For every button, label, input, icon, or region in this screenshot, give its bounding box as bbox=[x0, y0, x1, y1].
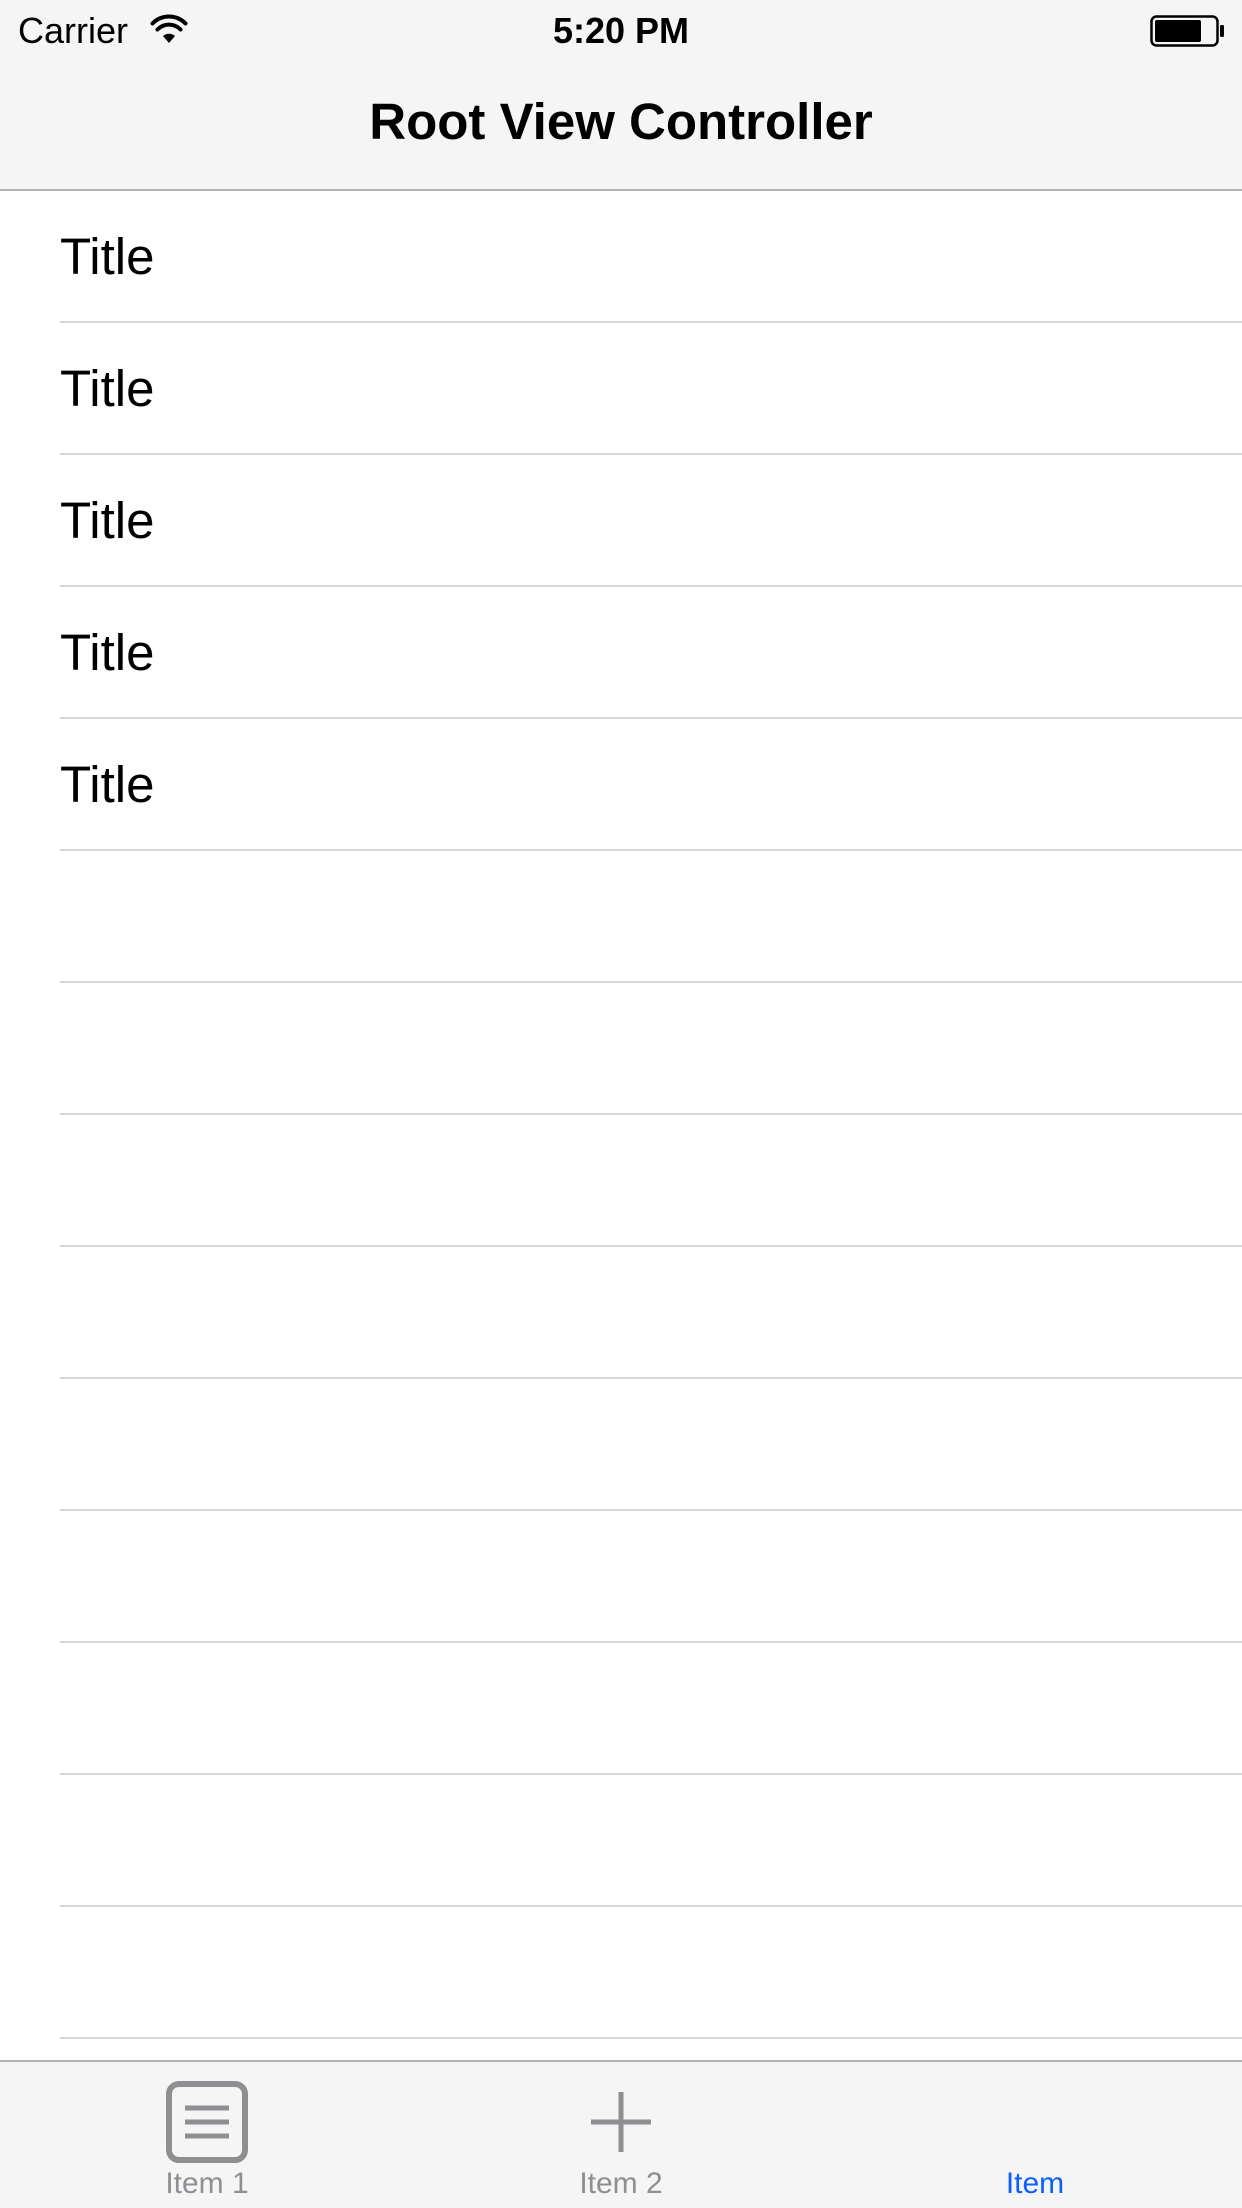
table-row[interactable]: Title bbox=[0, 455, 1242, 587]
row-title: Title bbox=[60, 228, 155, 285]
table-row[interactable] bbox=[0, 1511, 1242, 1643]
table-row[interactable]: Title bbox=[0, 323, 1242, 455]
status-bar: Carrier 5:20 PM bbox=[0, 0, 1242, 62]
table-row[interactable] bbox=[0, 1643, 1242, 1775]
table-row[interactable] bbox=[0, 1775, 1242, 1907]
tab-item-1[interactable]: Item 1 bbox=[0, 2062, 414, 2208]
tab-label: Item bbox=[1005, 2167, 1065, 2200]
navigation-bar: Root View Controller bbox=[0, 62, 1242, 190]
tab-bar: Item 1 Item 2 Item bbox=[0, 2060, 1242, 2208]
table-row[interactable] bbox=[0, 1247, 1242, 1379]
table-row[interactable] bbox=[0, 1379, 1242, 1511]
status-time: 5:20 PM bbox=[552, 10, 690, 51]
table-row[interactable]: Title bbox=[0, 719, 1242, 851]
table-row[interactable] bbox=[0, 983, 1242, 1115]
table-row[interactable]: Title bbox=[0, 587, 1242, 719]
tab-item-2[interactable]: Item 2 bbox=[414, 2062, 828, 2208]
row-title: Title bbox=[60, 624, 155, 681]
tab-item-3[interactable]: Item bbox=[828, 2062, 1242, 2208]
table-row[interactable] bbox=[0, 1907, 1242, 2039]
table-row[interactable] bbox=[0, 851, 1242, 983]
nav-title: Root View Controller bbox=[369, 93, 873, 150]
table-row[interactable]: Title bbox=[0, 191, 1242, 323]
battery-icon bbox=[1150, 15, 1224, 47]
table-view[interactable]: Title Title Title Title Title bbox=[0, 191, 1242, 2060]
screen: Carrier 5:20 PM Root View Controller Tit… bbox=[0, 0, 1242, 2208]
top-chrome: Carrier 5:20 PM Root View Controller bbox=[0, 0, 1242, 191]
table-row[interactable] bbox=[0, 2039, 1242, 2060]
tab-label: Item 2 bbox=[579, 2167, 663, 2200]
row-title: Title bbox=[60, 492, 155, 549]
list-icon bbox=[166, 2081, 248, 2163]
row-title: Title bbox=[60, 360, 155, 417]
tab-label: Item 1 bbox=[165, 2167, 249, 2200]
table-row[interactable] bbox=[0, 1115, 1242, 1247]
row-title: Title bbox=[60, 756, 155, 813]
plus-icon bbox=[591, 2092, 651, 2152]
